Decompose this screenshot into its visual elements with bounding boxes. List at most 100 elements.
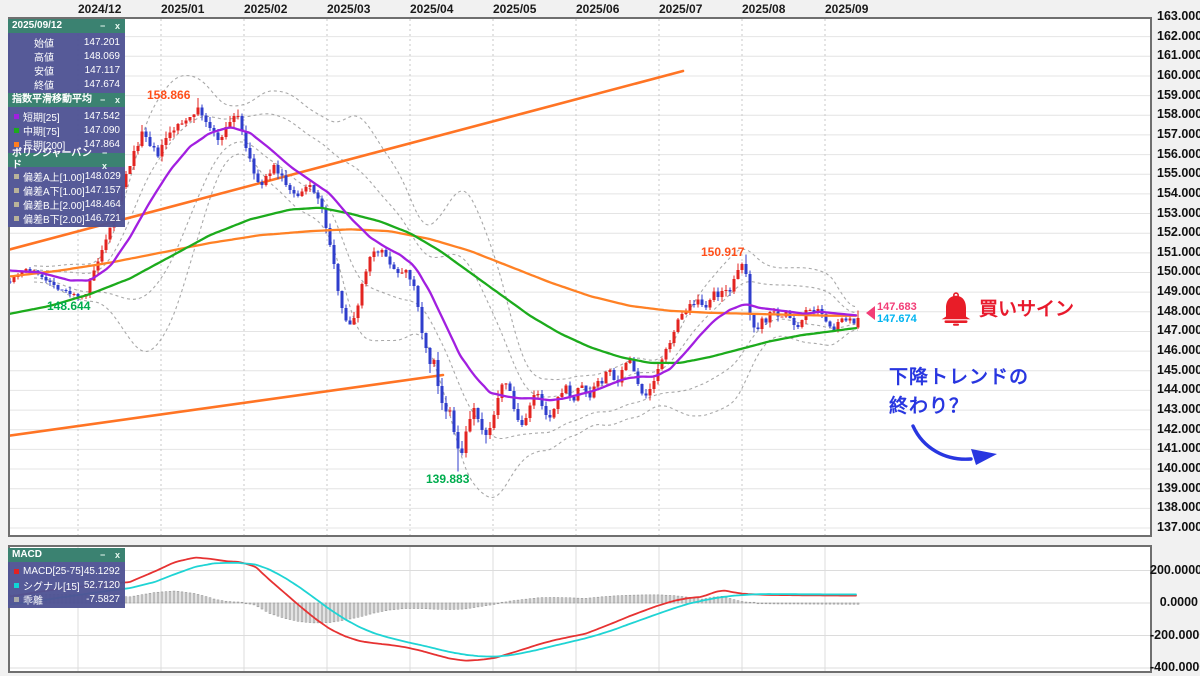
time-axis-label: 2024/12: [78, 2, 122, 16]
close-button[interactable]: x: [115, 550, 120, 560]
macd-histogram-bar: [804, 602, 808, 605]
ema-info-panel: 指数平滑移動平均 − x 短期[25] 147.542 中期[75] 147.090 長…: [8, 93, 125, 153]
macd-histogram-bar: [148, 593, 152, 604]
macd-histogram-bar: [320, 602, 324, 624]
time-axis-label: 2025/05: [493, 2, 537, 16]
price-axis-label: 144.000: [1157, 382, 1200, 397]
series-color-dot: [14, 141, 19, 147]
macd-histogram-bar: [160, 591, 164, 604]
close-button[interactable]: x: [102, 161, 107, 171]
price-chart-canvas[interactable]: [0, 0, 1200, 676]
macd-histogram-bar: [328, 602, 332, 623]
legend-value: 52.7120: [83, 579, 120, 591]
close-button[interactable]: x: [115, 21, 120, 31]
macd-histogram-bar: [484, 602, 488, 606]
legend-row: 高値 148.069: [8, 49, 125, 64]
macd-histogram-bar: [824, 602, 828, 605]
macd-histogram-bar: [660, 594, 664, 604]
macd-histogram-bar: [420, 602, 424, 609]
macd-histogram-bar: [540, 597, 544, 604]
macd-histogram-bar: [644, 594, 648, 604]
macd-histogram-bar: [500, 601, 504, 604]
legend-label: 始値: [34, 38, 54, 50]
macd-histogram-bar: [196, 594, 200, 604]
macd-histogram-bar: [772, 602, 776, 605]
legend-value: 45.1292: [83, 565, 120, 577]
legend-row: 中期[75] 147.090: [8, 123, 125, 138]
macd-histogram-bar: [264, 602, 268, 612]
macd-histogram-bar: [352, 602, 356, 619]
macd-histogram-bar: [656, 594, 660, 604]
fx-chart-application: 2024/12 2025/01 2025/02 2025/03 2025/04 2025/…: [0, 0, 1200, 676]
price-axis-label: 159.000: [1157, 87, 1200, 102]
legend-value: 147.117: [84, 64, 120, 76]
macd-histogram-bar: [364, 602, 368, 616]
macd-histogram-bar: [564, 597, 568, 604]
macd-axis-label: 200.0000: [1150, 562, 1200, 577]
time-axis-label: 2025/01: [161, 2, 205, 16]
macd-histogram-bar: [448, 602, 452, 610]
macd-histogram-bar: [272, 602, 276, 616]
macd-histogram-bar: [356, 602, 360, 618]
macd-histogram-bar: [620, 595, 624, 604]
macd-histogram-bar: [808, 602, 812, 605]
minimize-button[interactable]: −: [100, 21, 105, 31]
macd-histogram-bar: [744, 601, 748, 604]
macd-histogram-bar: [768, 602, 772, 605]
macd-histogram-bar: [240, 601, 244, 604]
macd-histogram-bar: [556, 597, 560, 604]
legend-value: 147.542: [83, 110, 120, 122]
macd-histogram-bar: [124, 596, 128, 604]
macd-histogram-bar: [788, 602, 792, 605]
minimize-button[interactable]: −: [100, 95, 105, 105]
panel-title-ema: 指数平滑移動平均: [12, 94, 92, 105]
macd-histogram-bar: [544, 597, 548, 604]
legend-label: 偏差B上[2.00]: [23, 200, 85, 212]
legend-row: 終値 147.674: [8, 77, 125, 92]
macd-histogram-bar: [588, 597, 592, 604]
price-axis-label: 141.000: [1157, 441, 1200, 456]
macd-histogram-bar: [180, 591, 184, 604]
macd-histogram-bar: [144, 593, 148, 604]
macd-histogram-bar: [396, 602, 400, 610]
bollinger-info-panel: ボリンジャーバンド − x 偏差A上[1.00] 148.029 偏差A下[1.00…: [8, 148, 125, 227]
macd-histogram-bar: [596, 596, 600, 604]
price-axis-label: 139.000: [1157, 480, 1200, 495]
macd-histogram-bar: [276, 602, 280, 617]
macd-histogram-bar: [552, 597, 556, 604]
macd-histogram-bar: [592, 597, 596, 604]
macd-histogram-bar: [536, 597, 540, 604]
price-axis-label: 154.000: [1157, 185, 1200, 200]
panel-title-macd: MACD: [12, 549, 42, 560]
macd-histogram-bar: [244, 602, 248, 605]
macd-histogram-bar: [612, 595, 616, 604]
macd-histogram-bar: [580, 598, 584, 604]
macd-histogram-bar: [416, 602, 420, 609]
time-axis-label: 2025/09: [825, 2, 869, 16]
macd-histogram-bar: [652, 594, 656, 604]
macd-histogram-bar: [288, 602, 292, 620]
macd-histogram-bar: [292, 602, 296, 621]
time-axis-label: 2025/07: [659, 2, 703, 16]
macd-histogram-bar: [128, 596, 132, 604]
price-axis-label: 147.000: [1157, 323, 1200, 338]
close-button[interactable]: x: [115, 95, 120, 105]
macd-histogram-bar: [376, 602, 380, 613]
macd-histogram-bar: [508, 600, 512, 604]
price-axis-label: 145.000: [1157, 362, 1200, 377]
macd-histogram-bar: [848, 602, 852, 605]
macd-histogram-bar: [136, 595, 140, 604]
macd-histogram-bar: [164, 591, 168, 604]
macd-histogram-bar: [740, 601, 744, 604]
legend-value: 147.201: [83, 36, 120, 48]
macd-histogram-bar: [456, 602, 460, 610]
price-axis-label: 160.000: [1157, 67, 1200, 82]
minimize-button[interactable]: −: [100, 550, 105, 560]
legend-row: MACD[25-75] 45.1292: [8, 564, 125, 578]
macd-histogram-bar: [172, 590, 176, 604]
macd-histogram-bar: [800, 602, 804, 605]
minimize-button[interactable]: −: [102, 148, 107, 158]
legend-row: 安値 147.117: [8, 63, 125, 78]
macd-histogram-bar: [212, 598, 216, 604]
price-axis-label: 155.000: [1157, 166, 1200, 181]
